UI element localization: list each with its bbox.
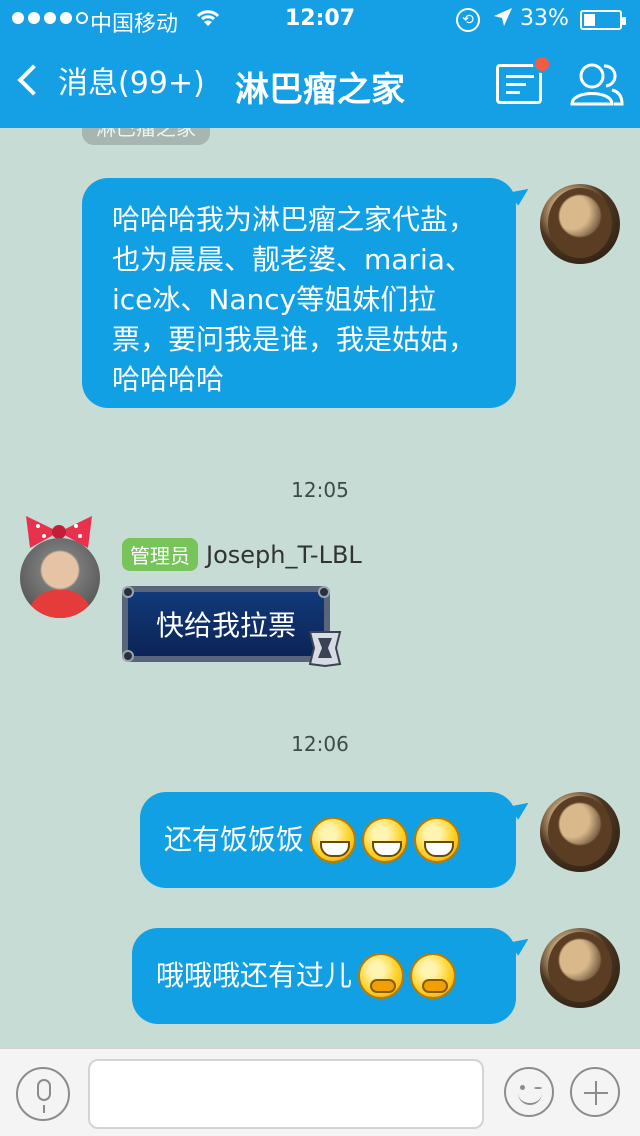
message-bubble[interactable]: 哈哈哈我为淋巴瘤之家代盐，也为晨晨、靓老婆、maria、ice冰、Nancy等姐… <box>82 178 516 408</box>
transformers-logo-icon <box>308 631 342 668</box>
avatar[interactable] <box>540 792 620 872</box>
sender-name[interactable]: Joseph_T-LBL <box>206 541 362 569</box>
message-bubble[interactable]: 还有饭饭饭 <box>140 792 516 888</box>
shy-emoji-icon <box>358 953 405 999</box>
avatar[interactable] <box>540 184 620 264</box>
group-members-icon[interactable] <box>566 60 626 108</box>
navigation-bar: 消息(99+) 淋巴瘤之家 <box>0 44 640 128</box>
grin-emoji-icon <box>310 817 357 863</box>
timestamp: 12:06 <box>291 732 349 756</box>
sender-info: 管理员 Joseph_T-LBL <box>122 538 362 571</box>
microphone-icon[interactable] <box>16 1067 70 1121</box>
message-text: 哈哈哈我为淋巴瘤之家代盐，也为晨晨、靓老婆、maria、ice冰、Nancy等姐… <box>112 203 477 396</box>
notice-board-icon[interactable] <box>496 55 551 104</box>
message-text: 快给我拉票 <box>155 609 296 642</box>
message-bubble[interactable]: 哦哦哦还有过儿 <box>132 928 516 1024</box>
shy-emoji-icon <box>410 953 457 999</box>
avatar[interactable] <box>20 538 100 618</box>
battery-icon <box>580 10 626 30</box>
emoji-icon[interactable] <box>504 1067 554 1117</box>
status-bar: 中国移动 12:07 ⟲ 33% <box>0 0 640 40</box>
orientation-lock-icon: ⟲ <box>456 8 480 32</box>
chat-area[interactable]: 淋巴瘤之家 哈哈哈我为淋巴瘤之家代盐，也为晨晨、靓老婆、maria、ice冰、N… <box>0 128 640 1048</box>
grin-emoji-icon <box>414 817 461 863</box>
group-name-tag: 淋巴瘤之家 <box>82 128 210 145</box>
timestamp: 12:05 <box>291 478 349 502</box>
message-text: 还有饭饭饭 <box>164 823 305 856</box>
battery-percent: 33% <box>520 6 569 31</box>
message-bubble[interactable]: 快给我拉票 <box>122 586 330 662</box>
location-arrow-icon <box>492 6 514 34</box>
app-header: 中国移动 12:07 ⟲ 33% 消息(99+) 淋巴瘤之家 <box>0 0 640 128</box>
input-bar <box>0 1048 640 1136</box>
plus-icon[interactable] <box>570 1067 620 1117</box>
unread-dot <box>533 55 551 73</box>
grin-emoji-icon <box>362 817 409 863</box>
avatar[interactable] <box>540 928 620 1008</box>
admin-badge: 管理员 <box>122 538 198 571</box>
message-text: 哦哦哦还有过儿 <box>156 959 353 992</box>
message-input[interactable] <box>88 1059 484 1129</box>
